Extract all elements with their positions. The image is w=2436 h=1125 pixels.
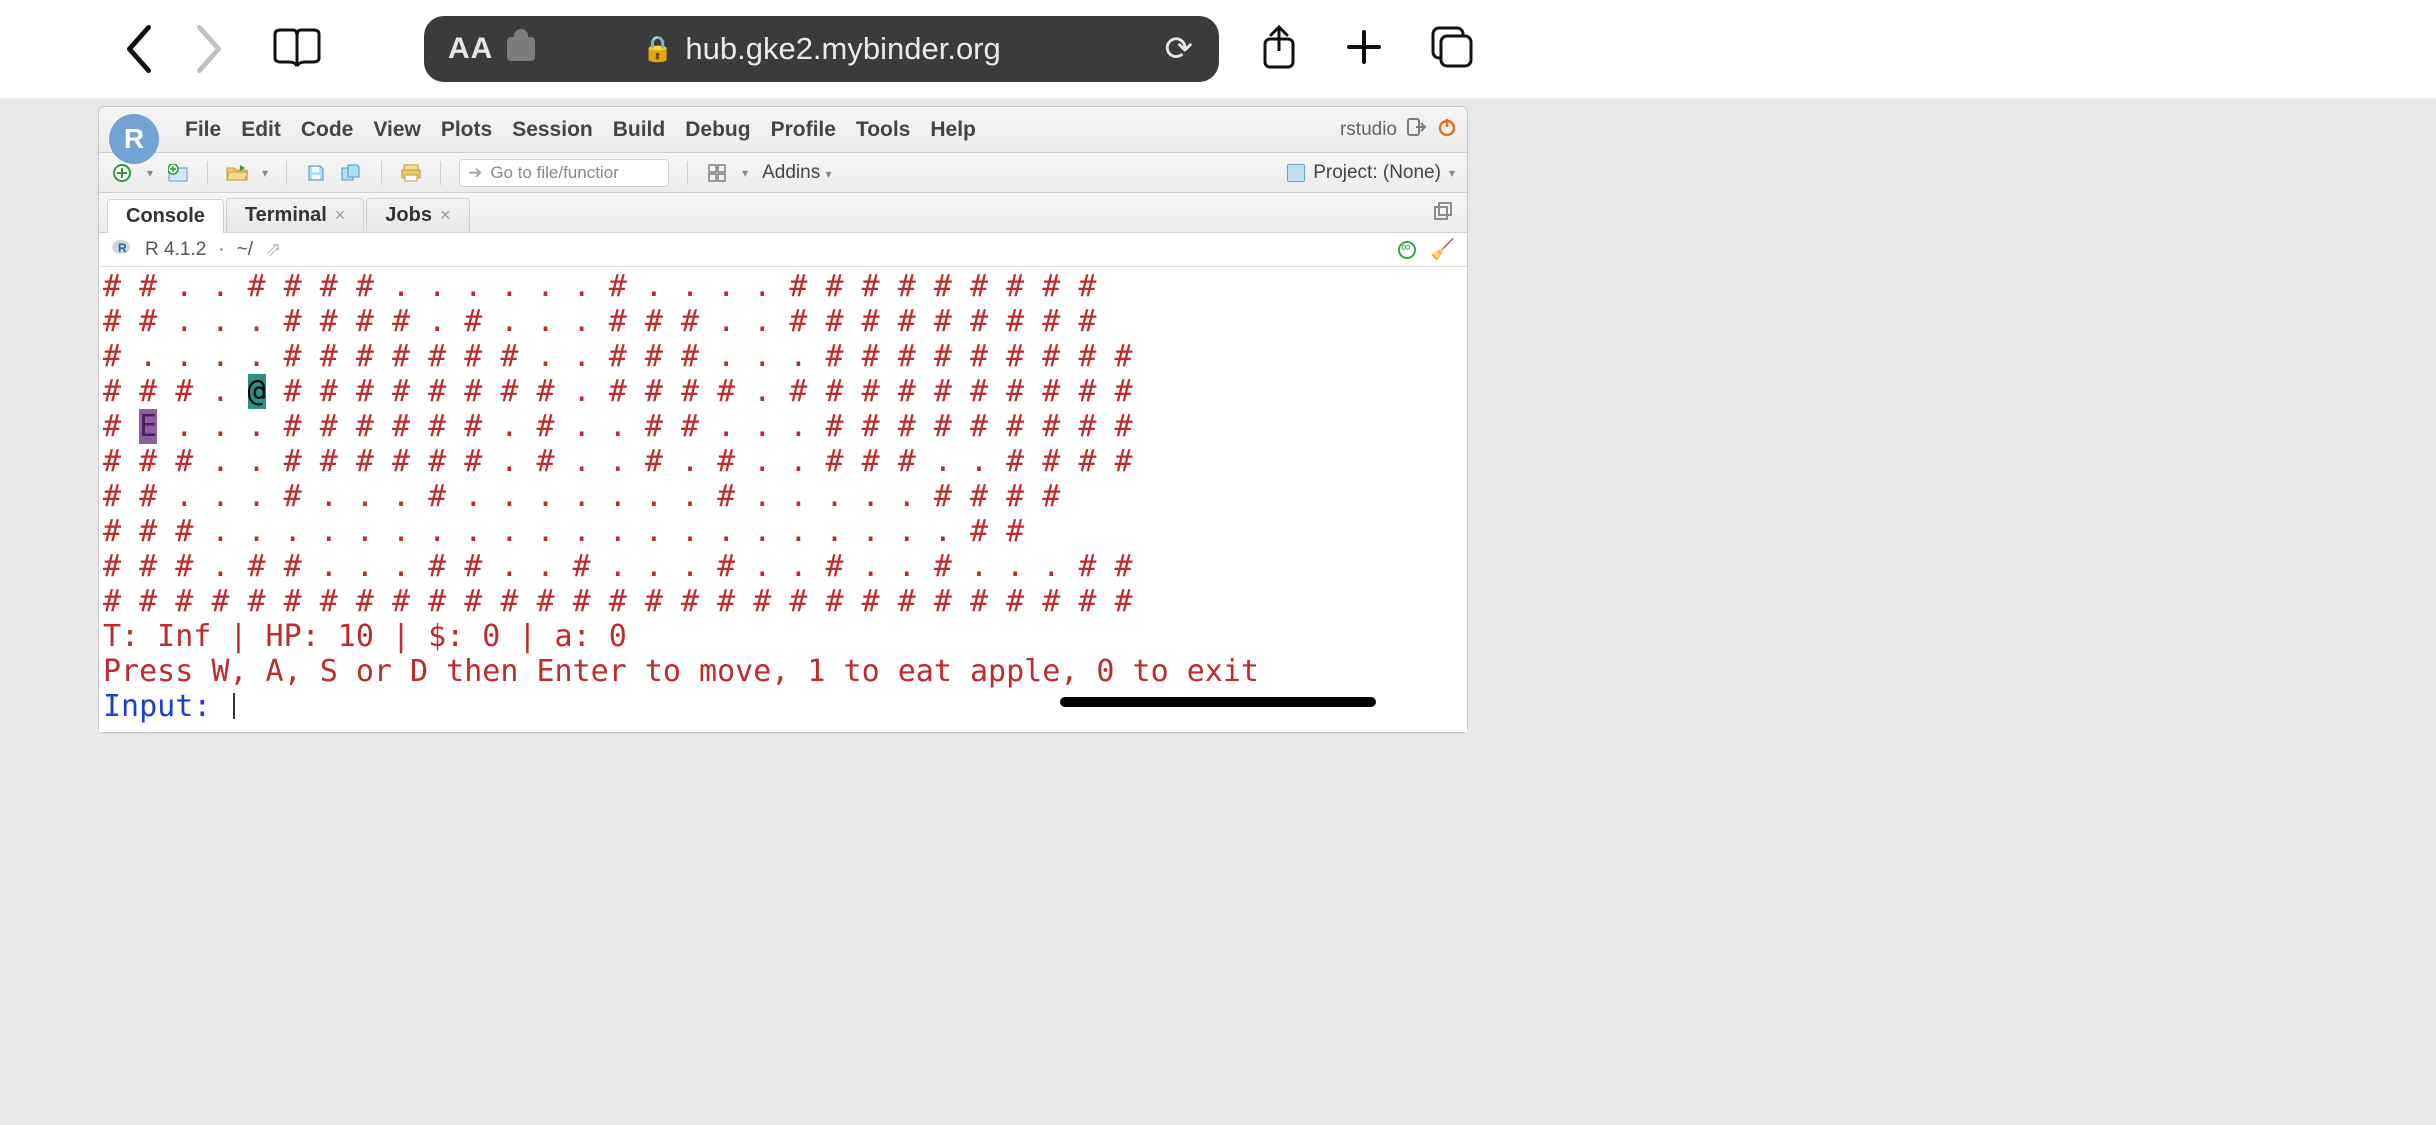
close-icon[interactable]: × [440,205,451,226]
map-row: # # # . . # # # # # # . # . . # . # . . … [103,444,1463,479]
tab-console[interactable]: Console [107,199,224,233]
rstudio-window: R File Edit Code View Plots Session Buil… [98,106,1468,733]
pane-tabs: Console Terminal × Jobs × [99,193,1467,233]
workspace-panes-icon[interactable] [706,162,728,184]
lock-icon: 🔒 [642,35,673,64]
cursor [233,693,235,719]
map-row: # E . . . # # # # # # . # . . # # . . . … [103,409,1463,444]
menu-help[interactable]: Help [930,118,976,142]
browser-right-tools [1259,23,1475,76]
home-indicator [1060,697,1376,707]
share-button[interactable] [1259,23,1299,76]
game-status-line: T: Inf | HP: 10 | $: 0 | a: 0 [103,619,1463,654]
power-icon[interactable] [1437,117,1457,143]
map-row: # # # . . . . . . . . . . . . . . . . . … [103,514,1463,549]
menu-plots[interactable]: Plots [441,118,492,142]
go-to-placeholder: Go to file/functior [490,163,619,183]
map-row: # # . . . # # # # . # . . . # # # . . # … [103,304,1463,339]
session-info: rstudio [1340,117,1457,143]
map-row: # # # . # # . . . # # . . # . . . # . . … [103,549,1463,584]
console-status-bar: R R 4.1.2 · ~/ ⇗ 🧹 [99,233,1467,267]
map-row: # # # . @ # # # # # # # # . # # # # . # … [103,374,1463,409]
address-bar[interactable]: AA 🔒 hub.gke2.mybinder.org ⟳ [424,16,1219,82]
menu-session[interactable]: Session [512,118,593,142]
status-sep: · [218,239,224,261]
text-size-button[interactable]: AA [448,32,493,66]
url-text: hub.gke2.mybinder.org [685,31,1000,67]
project-icon [1287,164,1305,182]
r-logo-small: R [111,238,133,262]
pane-popout-icon[interactable] [1433,201,1453,226]
rstudio-logo: R [109,114,159,164]
project-selector[interactable]: Project: (None) ▾ [1287,162,1455,184]
new-project-icon[interactable] [167,162,189,184]
go-to-arrow-icon: ➔ [468,163,482,183]
save-all-icon[interactable] [341,162,363,184]
game-help-line: Press W, A, S or D then Enter to move, 1… [103,654,1463,689]
map-row: # # . . # # # # . . . . . . # . . . . # … [103,269,1463,304]
project-label: Project: (None) [1313,162,1441,184]
map-row: # # . . . # . . . # . . . . . . . # . . … [103,479,1463,514]
menu-bar: R File Edit Code View Plots Session Buil… [99,107,1467,153]
menu-file[interactable]: File [185,118,221,142]
working-dir: ~/ [237,239,253,261]
tab-terminal[interactable]: Terminal × [226,198,364,232]
session-busy-icon [1398,241,1416,259]
back-button[interactable] [104,14,174,84]
save-icon[interactable] [305,162,327,184]
address-bar-left: AA [448,32,535,66]
new-file-icon[interactable] [111,162,133,184]
print-icon[interactable] [400,162,422,184]
new-tab-button[interactable] [1343,26,1385,73]
reload-button[interactable]: ⟳ [1165,29,1194,69]
menu-edit[interactable]: Edit [241,118,281,142]
tab-terminal-label: Terminal [245,204,327,227]
menu-view[interactable]: View [373,118,420,142]
menu-build[interactable]: Build [613,118,666,142]
wd-arrow-icon[interactable]: ⇗ [265,237,282,262]
console-output[interactable]: # # . . # # # # . . . . . . # . . . . # … [99,267,1467,732]
go-to-file-input[interactable]: ➔ Go to file/functior [459,159,669,187]
clear-console-icon[interactable]: 🧹 [1430,237,1455,262]
rstudio-name: rstudio [1340,119,1397,141]
forward-button[interactable] [174,14,244,84]
tab-jobs-label: Jobs [385,204,432,227]
menu-profile[interactable]: Profile [771,118,836,142]
tab-jobs[interactable]: Jobs × [366,198,469,232]
map-row: # # # # # # # # # # # # # # # # # # # # … [103,584,1463,619]
url-display: 🔒 hub.gke2.mybinder.org [642,31,1001,67]
r-version: R 4.1.2 [145,239,206,261]
open-file-icon[interactable] [226,162,248,184]
menu-code[interactable]: Code [301,118,354,142]
sign-out-icon[interactable] [1407,118,1427,142]
close-icon[interactable]: × [335,205,346,226]
reading-list-button[interactable] [262,14,332,84]
menu-tools[interactable]: Tools [856,118,910,142]
addins-menu[interactable]: Addins ▾ [762,162,831,184]
extensions-button[interactable] [507,37,535,61]
tab-console-label: Console [126,205,205,228]
browser-toolbar: AA 🔒 hub.gke2.mybinder.org ⟳ [0,0,2436,98]
menu-debug[interactable]: Debug [685,118,750,142]
tool-bar: ▾ ▾ ➔ Go to file/functior ▾ Addi [99,153,1467,193]
tabs-button[interactable] [1429,24,1475,75]
map-row: # . . . . # # # # # # # . . # # # . . . … [103,339,1463,374]
svg-text:R: R [118,241,127,255]
